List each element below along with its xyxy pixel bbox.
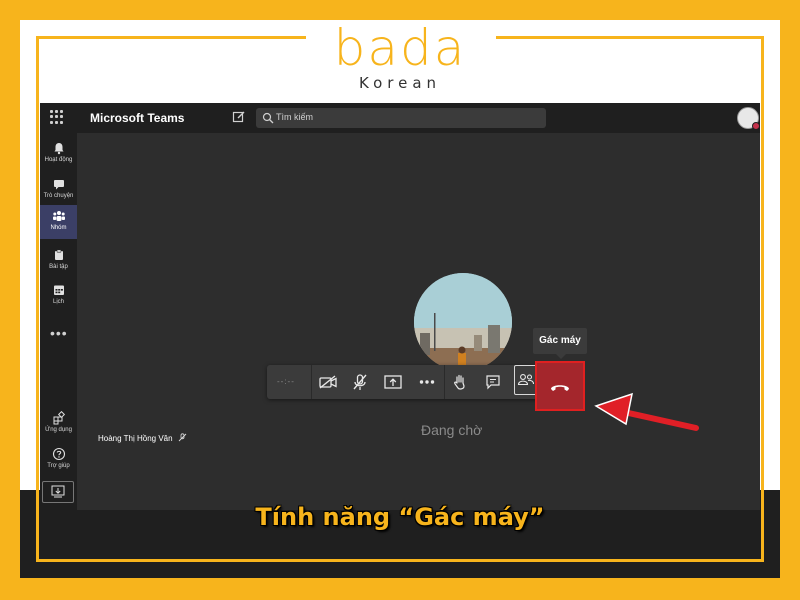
hangup-tooltip: Gác máy [533,328,587,354]
tooltip-tail [556,354,566,359]
mic-off-icon [353,374,367,390]
meeting-stage: Đang chờ Hoàng Thị Hồng Vân [77,133,760,510]
share-screen-icon [384,375,402,389]
assignments-icon [54,249,63,260]
divider [311,365,312,399]
participant-name-text: Hoàng Thị Hồng Vân [98,434,173,443]
rail-item-teams[interactable]: Nhóm [40,205,77,239]
more-icon [419,380,435,384]
search-input[interactable]: Tìm kiếm [256,108,546,128]
phone-hangup-icon [551,385,569,391]
rail-item-assignments[interactable]: Bài tập [40,244,77,278]
red-arrow-pointer [594,392,699,431]
teams-icon [52,211,65,221]
help-icon [52,447,65,461]
people-icon [517,374,535,386]
title-bar: Microsoft Teams Tìm kiếm [40,103,760,133]
waiting-label: Đang chờ [421,422,483,438]
search-icon [262,111,274,124]
hand-icon [454,374,465,390]
bell-icon [54,143,63,155]
divider [444,365,445,399]
status-dot [752,122,760,130]
rail-item-help[interactable]: Trợ giúp [40,443,77,477]
app-title: Microsoft Teams [90,111,185,125]
teams-window: Microsoft Teams Tìm kiếm Hoạt động Trò c… [40,103,760,510]
mic-muted-icon [178,433,187,442]
hang-up-button[interactable] [535,361,585,411]
rail-label: Hoạt động [44,157,73,163]
download-app-button[interactable] [42,481,74,503]
more-actions-button[interactable] [416,371,438,393]
apps-icon [53,411,65,425]
compose-icon[interactable] [232,110,246,124]
camera-toggle-button[interactable] [317,371,339,393]
rail-label: Trò chuyện [43,193,74,199]
chat-icon [53,180,64,190]
participant-name: Hoàng Thị Hồng Vân [98,433,187,443]
rail-item-apps[interactable]: Ứng dụng [40,407,77,441]
rail-label: Ứng dụng [45,427,72,433]
camera-off-icon [319,375,337,389]
raise-hand-button[interactable] [449,371,471,393]
rail-item-calendar[interactable]: Lịch [40,279,77,313]
caption-text: Tính năng “Gác máy” [255,503,545,531]
rail-label: Nhóm [50,225,67,231]
rail-item-chat[interactable]: Trò chuyện [40,173,77,207]
calendar-icon [53,285,64,295]
call-timer: --:-- [277,377,295,386]
brand-logo: bada Korean [300,22,500,92]
chat-icon [486,375,500,390]
rail-label: Trợ giúp [47,463,70,469]
user-avatar[interactable] [737,107,760,130]
rail-item-activity[interactable]: Hoạt động [40,137,77,171]
app-launcher-icon[interactable] [50,110,64,124]
logo-wordmark: bada [333,19,467,77]
more-apps-button[interactable]: ••• [50,325,68,341]
download-icon [51,485,65,498]
search-placeholder: Tìm kiếm [276,112,313,122]
rail-label: Bài tập [49,264,68,270]
chat-button[interactable] [482,371,504,393]
mic-toggle-button[interactable] [349,371,371,393]
app-rail: Hoạt động Trò chuyện Nhóm Bài tập Lịch •… [40,133,77,510]
participant-video [414,273,512,371]
logo-subtitle: Korean [358,74,442,92]
rail-label: Lịch [52,299,64,305]
share-screen-button[interactable] [382,371,404,393]
